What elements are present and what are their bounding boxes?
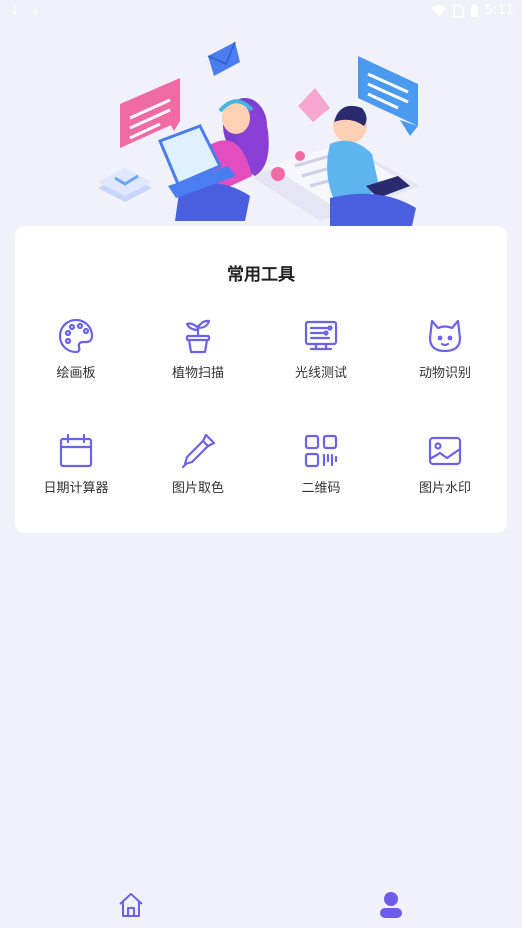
- tool-image-watermark[interactable]: 图片水印: [390, 431, 500, 496]
- tool-light-test[interactable]: 光线测试: [266, 316, 376, 381]
- battery-icon: [470, 3, 478, 17]
- tool-label: 二维码: [301, 481, 341, 496]
- tool-label: 图片水印: [418, 481, 471, 496]
- tool-color-picker[interactable]: 图片取色: [143, 431, 253, 496]
- cat-face-icon: [428, 319, 462, 353]
- tools-card: 常用工具 绘画板 植物扫描 光线测试 动物识别 日期计算器 图片取色 二维码 图…: [15, 226, 507, 533]
- bottom-tab-bar: [0, 880, 522, 928]
- tool-animal-recognition[interactable]: 动物识别: [390, 316, 500, 381]
- plant-pot-icon: [185, 319, 211, 354]
- light-meter-icon: [304, 320, 338, 351]
- user-icon: [380, 892, 402, 918]
- status-time: 5:11: [484, 3, 514, 18]
- tool-label: 动物识别: [418, 366, 471, 381]
- tool-drawing-board[interactable]: 绘画板: [21, 316, 131, 381]
- tool-label: 光线测试: [294, 366, 347, 381]
- tool-label: 绘画板: [56, 366, 96, 381]
- calendar-icon: [59, 433, 93, 468]
- card-title: 常用工具: [227, 265, 295, 285]
- download-icon: ⤓: [32, 2, 39, 18]
- palette-icon: [58, 318, 94, 354]
- tool-qr-code[interactable]: 二维码: [266, 431, 376, 496]
- tool-label: 植物扫描: [171, 366, 224, 381]
- hero-illustration: [0, 26, 522, 231]
- tool-plant-scan[interactable]: 植物扫描: [143, 316, 253, 381]
- no-sim-icon: [453, 3, 464, 18]
- download-icon: ⤓: [12, 2, 19, 18]
- qr-code-icon: [304, 434, 338, 468]
- tool-label: 图片取色: [171, 481, 224, 496]
- wifi-icon: [431, 4, 446, 17]
- tab-profile[interactable]: [376, 890, 406, 920]
- image-icon: [428, 436, 462, 466]
- status-bar: ⤓ ⤓ 5:11: [0, 0, 522, 26]
- tool-date-calculator[interactable]: 日期计算器: [21, 431, 131, 496]
- eyedropper-icon: [181, 433, 216, 469]
- home-icon: [119, 893, 143, 917]
- tab-home[interactable]: [116, 890, 146, 920]
- tool-label: 日期计算器: [43, 481, 109, 496]
